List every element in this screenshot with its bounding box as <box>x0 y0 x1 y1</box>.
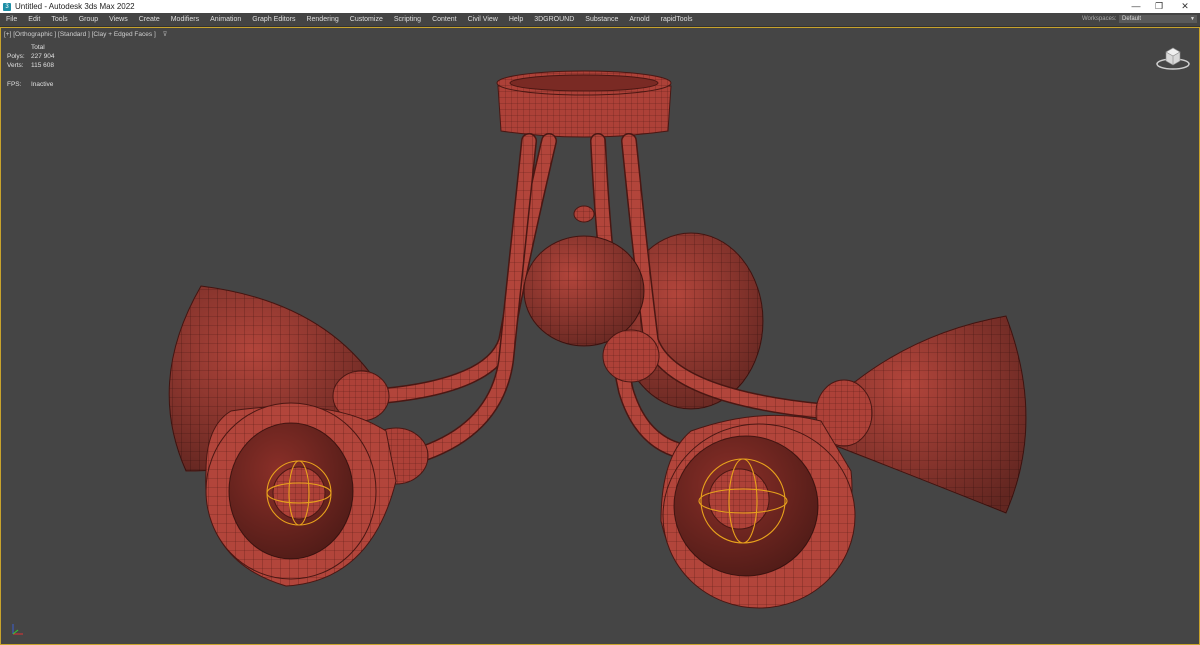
menu-file[interactable]: File <box>0 16 22 23</box>
menu-graph-editors[interactable]: Graph Editors <box>246 16 300 23</box>
stats-total-label: Total <box>31 44 45 51</box>
menu-group[interactable]: Group <box>73 16 103 23</box>
viewport-label-menu[interactable]: [+] [Orthographic ] [Standard ] [Clay + … <box>4 30 167 38</box>
axis-tripod-icon <box>12 624 23 635</box>
workspace-value: Default <box>1122 16 1142 22</box>
menu-scripting[interactable]: Scripting <box>388 16 426 23</box>
statistics-overlay: Total Polys: 227 904 Verts: 115 608 FPS: In… <box>7 43 55 89</box>
menu-create[interactable]: Create <box>133 16 165 23</box>
polys-value: 227 904 <box>31 53 55 60</box>
menu-content[interactable]: Content <box>426 16 462 23</box>
filter-icon[interactable]: ⊽ <box>163 31 168 38</box>
menu-rendering[interactable]: Rendering <box>300 16 343 23</box>
menu-help[interactable]: Help <box>503 16 528 23</box>
lamp-front-left <box>205 402 429 587</box>
workspaces-label: Workspaces: <box>1082 16 1117 22</box>
maximize-button[interactable]: ❐ <box>1146 0 1172 13</box>
verts-label: Verts: <box>7 62 24 69</box>
fps-value: Inactive <box>31 81 54 88</box>
polys-label: Polys: <box>7 53 25 60</box>
menu-tools[interactable]: Tools <box>45 16 72 23</box>
menu-3dground[interactable]: 3DGROUND <box>528 16 579 23</box>
menu-bar: File Edit Tools Group Views Create Modif… <box>0 13 1200 27</box>
menu-customize[interactable]: Customize <box>344 16 388 23</box>
app-icon: 3 <box>3 2 11 11</box>
close-button[interactable]: ✕ <box>1172 0 1198 13</box>
window-title: Untitled - Autodesk 3ds Max 2022 <box>15 2 135 11</box>
workspace-dropdown[interactable]: Default ▼ <box>1119 15 1197 23</box>
perspective-viewport[interactable]: [+] [Orthographic ] [Standard ] [Clay + … <box>0 27 1200 645</box>
viewcube-icon[interactable] <box>1155 42 1191 72</box>
title-bar: 3 Untitled - Autodesk 3ds Max 2022 — ❐ ✕ <box>0 0 1200 13</box>
menu-edit[interactable]: Edit <box>22 16 45 23</box>
chevron-down-icon: ▼ <box>1190 16 1195 22</box>
menu-animation[interactable]: Animation <box>204 16 246 23</box>
verts-value: 115 608 <box>31 62 55 69</box>
menu-substance[interactable]: Substance <box>579 16 623 23</box>
menu-views[interactable]: Views <box>103 16 133 23</box>
menu-arnold[interactable]: Arnold <box>623 16 654 23</box>
menu-civil-view[interactable]: Civil View <box>462 16 503 23</box>
viewport-label[interactable]: [+] [Orthographic ] [Standard ] [Clay + … <box>4 31 156 38</box>
fps-label: FPS: <box>7 81 22 88</box>
lamp-front-right <box>660 414 856 609</box>
menu-modifiers[interactable]: Modifiers <box>165 16 204 23</box>
menu-rapidtools[interactable]: rapidTools <box>655 16 698 23</box>
chandelier-model <box>168 70 1027 609</box>
